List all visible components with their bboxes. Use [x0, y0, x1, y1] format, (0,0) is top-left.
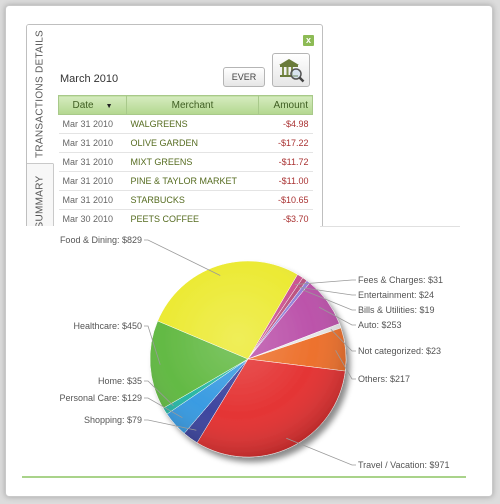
pie-slice-label: Shopping: $79 [84, 415, 142, 425]
pie-leader-line [144, 239, 221, 276]
tab-transactions-details-label: TRANSACTIONS DETAILS [34, 29, 46, 159]
row-date: Mar 31 2010 [58, 190, 127, 210]
pie-slice-label: Healthcare: $450 [73, 321, 142, 331]
table-header-row: Date ▼ Merchant Amount [58, 95, 313, 115]
pie-slice-label: Not categorized: $23 [358, 346, 441, 356]
row-merchant: MIXT GREENS [126, 152, 259, 172]
row-amount: -$17.22 [258, 133, 313, 153]
pie-slice-label: Fees & Charges: $31 [358, 275, 443, 285]
row-merchant: STARBUCKS [126, 190, 259, 210]
row-amount: -$11.72 [258, 152, 313, 172]
pie-slice-label: Auto: $253 [358, 320, 402, 330]
bank-search-button[interactable] [272, 53, 310, 87]
column-header-merchant[interactable]: Merchant [126, 95, 259, 115]
window-frame: TRANSACTIONS DETAILS SUMMARY x March 201… [5, 5, 493, 497]
row-date: Mar 31 2010 [58, 152, 127, 172]
spending-pie-card: Fees & Charges: $31 Entertainment: $24 Bil… [20, 226, 460, 478]
pie-slice-label: Home: $35 [98, 376, 142, 386]
footer-divider [22, 476, 466, 478]
transactions-table: Date ▼ Merchant Amount Mar 31 2010 WALGRE… [58, 95, 313, 229]
row-merchant: OLIVE GARDEN [126, 133, 259, 153]
column-header-date-label: Date [72, 99, 94, 111]
pie-slice-label: Travel / Vacation: $971 [358, 460, 450, 470]
column-header-amount[interactable]: Amount [258, 95, 313, 115]
pie-slice-label: Personal Care: $129 [59, 393, 142, 403]
row-amount: -$11.00 [258, 171, 313, 191]
table-row[interactable]: Mar 31 2010 WALGREENS -$4.98 [58, 114, 313, 134]
spending-pie-chart: Fees & Charges: $31 Entertainment: $24 Bil… [59, 235, 450, 470]
pie-slice-label: Entertainment: $24 [358, 290, 434, 300]
vertical-tab-bar: TRANSACTIONS DETAILS SUMMARY [27, 25, 54, 239]
row-amount: -$10.65 [258, 190, 313, 210]
tab-transactions-details[interactable]: TRANSACTIONS DETAILS [27, 25, 54, 164]
table-row[interactable]: Mar 31 2010 PINE & TAYLOR MARKET -$11.00 [58, 171, 313, 191]
pie-slice-label: Food & Dining: $829 [60, 235, 142, 245]
sort-desc-icon: ▼ [105, 102, 113, 110]
row-amount: -$4.98 [258, 114, 313, 134]
row-date: Mar 31 2010 [58, 133, 127, 153]
row-date: Mar 31 2010 [58, 171, 127, 191]
transactions-panel: TRANSACTIONS DETAILS SUMMARY x March 201… [26, 24, 323, 240]
row-merchant: WALGREENS [126, 114, 259, 134]
table-row[interactable]: Mar 31 2010 OLIVE GARDEN -$17.22 [58, 133, 313, 153]
table-row[interactable]: Mar 31 2010 STARBUCKS -$10.65 [58, 190, 313, 210]
tab-summary-label: SUMMARY [34, 174, 46, 229]
pie-slice-label: Bills & Utilities: $19 [358, 305, 435, 315]
row-merchant: PINE & TAYLOR MARKET [126, 171, 259, 191]
close-icon[interactable]: x [303, 35, 314, 46]
period-label: March 2010 [60, 73, 119, 85]
row-date: Mar 31 2010 [58, 114, 127, 134]
column-header-date[interactable]: Date ▼ [58, 95, 127, 115]
bank-search-icon [279, 59, 305, 83]
pie-slice-label: Others: $217 [358, 374, 410, 384]
ever-button[interactable]: EVER [223, 67, 265, 87]
table-row[interactable]: Mar 31 2010 MIXT GREENS -$11.72 [58, 152, 313, 172]
pie-leader-line [286, 437, 356, 466]
